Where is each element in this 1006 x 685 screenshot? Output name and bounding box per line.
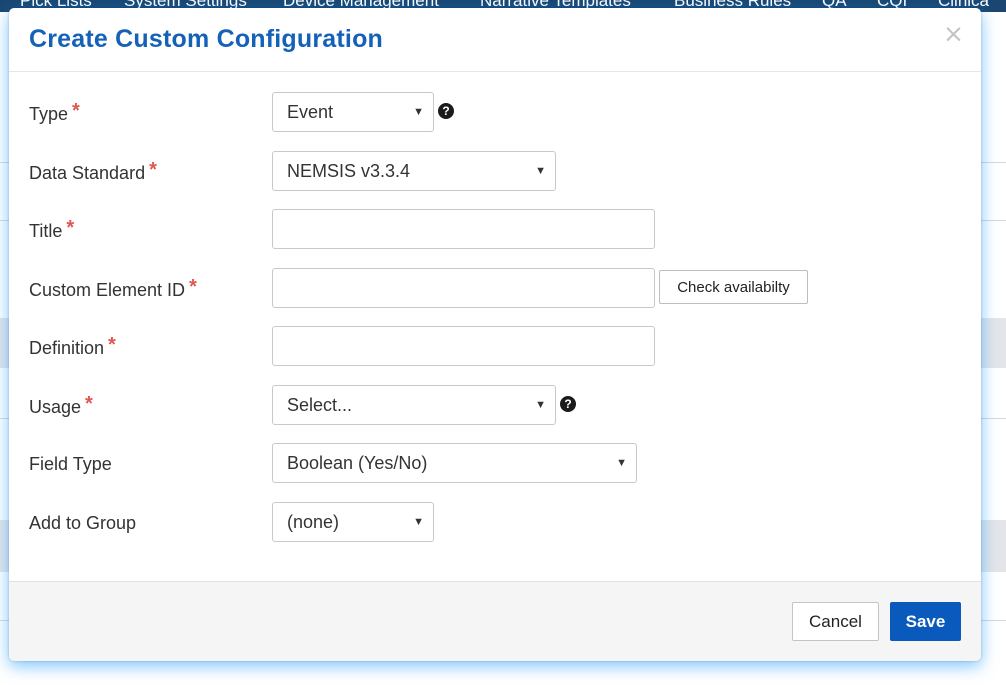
required-asterisk: *	[149, 159, 157, 181]
modal-header: Create Custom Configuration ×	[9, 8, 981, 72]
type-select[interactable]: Event ▼	[272, 92, 434, 132]
form-row-field-type: Field Type Boolean (Yes/No) ▼	[9, 443, 981, 485]
add-to-group-label: Add to Group	[29, 513, 137, 533]
modal-title: Create Custom Configuration	[29, 25, 384, 53]
title-label: Title *	[29, 217, 75, 241]
form-row-title: Title *	[9, 209, 981, 251]
required-asterisk: *	[72, 100, 80, 122]
form-row-custom-element-id: Custom Element ID * Check availabilty	[9, 268, 981, 310]
usage-label: Usage *	[29, 393, 93, 417]
chevron-down-icon: ▼	[535, 399, 546, 411]
field-type-label: Field Type	[29, 454, 112, 474]
data-standard-select-value: NEMSIS v3.3.4	[287, 161, 411, 181]
data-standard-label: Data Standard *	[29, 159, 157, 183]
form-row-data-standard: Data Standard * NEMSIS v3.3.4 ▼	[9, 151, 981, 193]
chevron-down-icon: ▼	[535, 165, 546, 177]
field-type-select-value: Boolean (Yes/No)	[287, 453, 428, 473]
form-row-definition: Definition *	[9, 326, 981, 368]
check-availability-button[interactable]: Check availabilty	[659, 270, 808, 304]
required-asterisk: *	[108, 334, 116, 356]
chevron-down-icon: ▼	[413, 516, 424, 528]
chevron-down-icon: ▼	[616, 457, 627, 469]
add-to-group-select[interactable]: (none) ▼	[272, 502, 434, 542]
modal-footer: Cancel Save	[9, 581, 981, 661]
question-circle-icon[interactable]: ?	[560, 396, 576, 412]
form-row-type: Type * Event ▼ ?	[9, 92, 981, 134]
save-button[interactable]: Save	[890, 602, 961, 641]
type-label: Type *	[29, 100, 80, 124]
chevron-down-icon: ▼	[413, 106, 424, 118]
title-input[interactable]	[272, 209, 655, 249]
definition-label: Definition *	[29, 334, 116, 358]
usage-select-value: Select...	[287, 395, 353, 415]
usage-select[interactable]: Select... ▼	[272, 385, 556, 425]
form-row-add-to-group: Add to Group (none) ▼	[9, 502, 981, 544]
question-circle-icon[interactable]: ?	[438, 103, 454, 119]
field-type-select[interactable]: Boolean (Yes/No) ▼	[272, 443, 637, 483]
data-standard-select[interactable]: NEMSIS v3.3.4 ▼	[272, 151, 556, 191]
add-to-group-select-value: (none)	[287, 512, 340, 532]
form-row-usage: Usage * Select... ▼ ?	[9, 385, 981, 427]
definition-input[interactable]	[272, 326, 655, 366]
custom-element-id-label: Custom Element ID *	[29, 276, 197, 300]
custom-element-id-input[interactable]	[272, 268, 655, 308]
create-custom-configuration-dialog: Create Custom Configuration × Type * Even…	[9, 8, 981, 661]
type-select-value: Event	[287, 102, 334, 122]
close-icon[interactable]: ×	[943, 21, 964, 46]
cancel-button[interactable]: Cancel	[792, 602, 879, 641]
required-asterisk: *	[189, 276, 197, 298]
required-asterisk: *	[85, 393, 93, 415]
required-asterisk: *	[66, 217, 75, 239]
